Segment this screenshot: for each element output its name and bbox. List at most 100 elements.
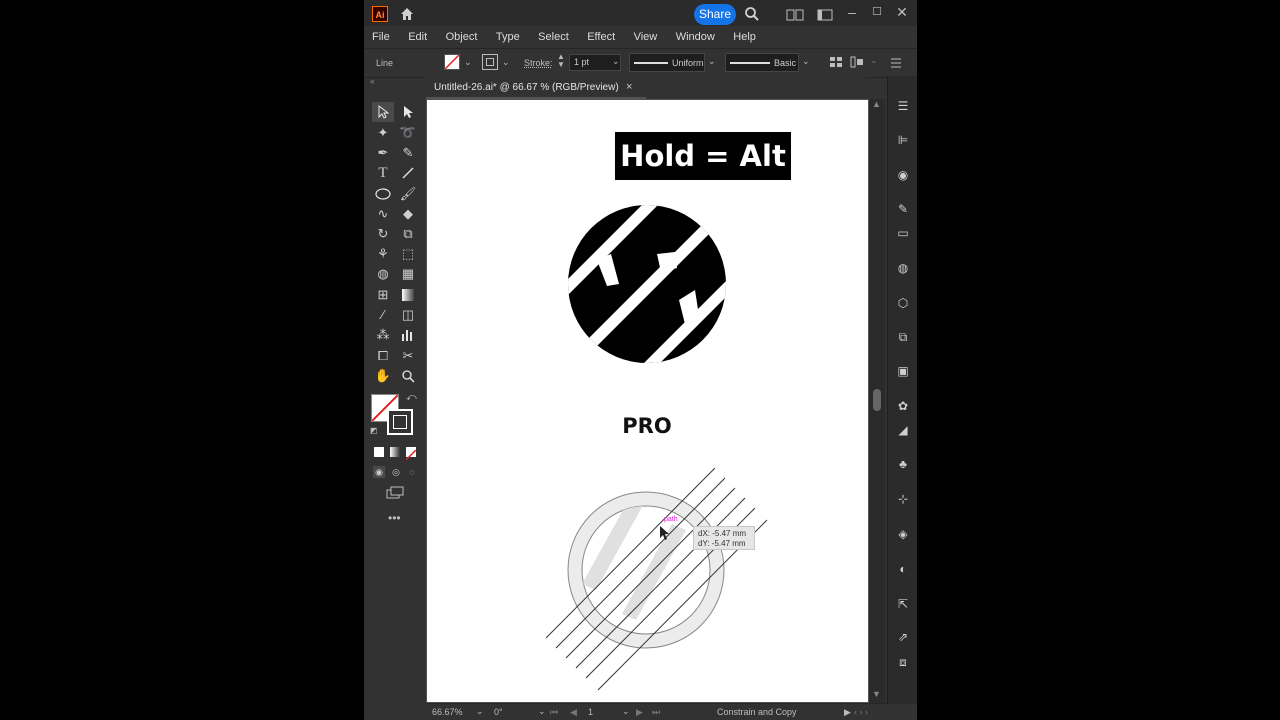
stroke-dropdown-icon[interactable]: ⌄	[502, 57, 510, 68]
rotate-icon[interactable]: ↻	[372, 224, 394, 244]
panel-menu-icon[interactable]	[890, 56, 902, 68]
stroke-color-swatch[interactable]	[387, 409, 413, 435]
appearance-icon[interactable]: ◉	[888, 164, 917, 186]
edit-toolbar-icon[interactable]: •••	[388, 511, 401, 525]
free-transform-icon[interactable]: ⬚	[397, 244, 419, 264]
warp-icon[interactable]: ⚘	[372, 244, 394, 264]
perspective-grid-icon[interactable]: ▦	[397, 264, 419, 284]
share-button[interactable]: Share	[694, 4, 736, 25]
align-icon[interactable]: ⊫	[888, 129, 917, 151]
zoom-dropdown-icon[interactable]: ⌄	[476, 706, 484, 717]
type-icon[interactable]: T	[372, 163, 394, 183]
selection-tool-icon[interactable]	[372, 102, 394, 122]
distribute-icon[interactable]	[850, 55, 864, 69]
transform-dropdown-icon[interactable]: ⌄	[870, 55, 878, 66]
status-menu-icon[interactable]: ▶	[844, 707, 851, 718]
links-icon[interactable]: ⇗	[888, 626, 917, 648]
draw-normal-icon[interactable]: ◉	[373, 466, 385, 478]
gradient-panel-icon[interactable]: ▭	[888, 222, 917, 244]
scroll-up-icon[interactable]: ▲	[872, 99, 881, 109]
profile-dropdown-icon[interactable]: ⌄	[708, 56, 716, 67]
stroke-swatch[interactable]	[482, 54, 498, 70]
shape-builder-icon[interactable]: ◍	[372, 264, 394, 284]
pathfinder-icon[interactable]: ◐	[888, 558, 917, 580]
arrange-documents-icon[interactable]	[786, 8, 804, 21]
blend-icon[interactable]: ◫	[397, 305, 419, 325]
slice-icon[interactable]: ✂	[397, 346, 419, 366]
line-segment-icon[interactable]	[397, 163, 419, 183]
artboard-dropdown-icon[interactable]: ⌄	[622, 706, 630, 717]
mesh-icon[interactable]: ⊞	[372, 285, 394, 305]
close-window-icon[interactable]: ✕	[894, 0, 910, 26]
layers-icon[interactable]: ◈	[888, 523, 917, 545]
magic-wand-icon[interactable]: ✦	[372, 123, 394, 143]
construction-graphic[interactable]	[542, 464, 772, 694]
menu-edit[interactable]: Edit	[408, 28, 427, 46]
vertical-scrollbar[interactable]: ▲ ▼	[869, 99, 885, 704]
collapse-toolbar-icon[interactable]: «	[370, 77, 374, 86]
menu-window[interactable]: Window	[676, 28, 715, 46]
rotation-value[interactable]: 0°	[494, 707, 503, 717]
scroll-thumb[interactable]	[873, 389, 881, 411]
rotation-dropdown-icon[interactable]: ⌄	[538, 706, 546, 717]
next-artboard-icon[interactable]: ▶	[636, 707, 643, 718]
horizontal-scroll-icon[interactable]: ‹ › ›	[854, 707, 868, 717]
lasso-icon[interactable]: ➰	[397, 123, 419, 143]
gradient-mode-icon[interactable]	[390, 447, 400, 457]
gradient-icon[interactable]	[397, 285, 419, 305]
fill-dropdown-icon[interactable]: ⌄	[464, 57, 472, 68]
fill-swatch[interactable]	[444, 54, 460, 70]
artboard[interactable]: Hold = Alt PRO path dX: -5.47 mm dY: -5.…	[427, 100, 868, 702]
menu-effect[interactable]: Effect	[587, 28, 615, 46]
zoom-level[interactable]: 66.67%	[432, 707, 463, 717]
stroke-stepper-icon[interactable]: ▲ ▼	[557, 53, 565, 69]
export-icon[interactable]: ⇱	[888, 593, 917, 615]
logo-mark[interactable]	[567, 204, 727, 364]
tab-untitled-26[interactable]: Untitled-26.ai* @ 66.67 % (RGB/Preview)	[426, 77, 646, 99]
artboards-icon[interactable]: ⧈	[888, 651, 917, 673]
eraser-icon[interactable]: ◆	[397, 204, 419, 224]
zoom-icon[interactable]	[397, 366, 419, 386]
brush-dropdown-icon[interactable]: ⌄	[802, 56, 810, 67]
stroke-weight-dropdown-icon[interactable]: ⌄	[612, 56, 620, 67]
color-mode-icon[interactable]	[374, 447, 384, 457]
menu-object[interactable]: Object	[446, 28, 478, 46]
screen-mode-icon[interactable]	[386, 486, 404, 500]
transparency-icon[interactable]: ⧉	[888, 326, 917, 348]
transform-icon[interactable]: ⊹	[888, 488, 917, 510]
menu-help[interactable]: Help	[733, 28, 756, 46]
close-tab-icon[interactable]: ×	[626, 81, 632, 93]
libraries-icon[interactable]: ▣	[888, 360, 917, 382]
previous-artboard-icon[interactable]: ◀	[570, 707, 577, 718]
color-icon[interactable]: ✿	[888, 395, 917, 417]
first-artboard-icon[interactable]: ⏮	[550, 707, 558, 718]
3d-icon[interactable]: ⬡	[888, 292, 917, 314]
menu-select[interactable]: Select	[538, 28, 569, 46]
default-fill-stroke-icon[interactable]: ◩	[370, 426, 378, 435]
workspace-switcher-icon[interactable]	[817, 8, 833, 21]
paintbrush-icon[interactable]: 🖌	[397, 184, 419, 204]
symbols-icon[interactable]: ♣	[888, 453, 917, 475]
symbol-sprayer-icon[interactable]: ⁂	[372, 325, 394, 345]
brushes-icon[interactable]: ✎	[888, 198, 917, 220]
stroke-label[interactable]: Stroke:	[524, 58, 553, 68]
column-graph-icon[interactable]	[397, 325, 419, 345]
color-guide-icon[interactable]: ◍	[888, 257, 917, 279]
variable-width-profile[interactable]: Uniform	[629, 53, 705, 72]
scale-icon[interactable]: ⧉	[397, 224, 419, 244]
last-artboard-icon[interactable]: ⏭	[652, 707, 660, 718]
shaper-icon[interactable]: ∿	[372, 204, 394, 224]
swatches-icon[interactable]: ◢	[888, 419, 917, 441]
draw-behind-icon[interactable]: ◎	[390, 466, 402, 478]
pen-icon[interactable]: ✒	[372, 143, 394, 163]
minimize-icon[interactable]: –	[844, 0, 860, 26]
artboard-number[interactable]: 1	[588, 707, 593, 717]
hand-icon[interactable]: ✋	[372, 366, 394, 386]
direct-selection-tool-icon[interactable]	[397, 102, 419, 122]
draw-inside-icon[interactable]: ◌	[406, 466, 418, 478]
curvature-icon[interactable]: ✎	[397, 143, 419, 163]
menu-view[interactable]: View	[634, 28, 658, 46]
menu-type[interactable]: Type	[496, 28, 520, 46]
scroll-down-icon[interactable]: ▼	[872, 689, 881, 699]
ellipse-icon[interactable]	[372, 184, 394, 204]
